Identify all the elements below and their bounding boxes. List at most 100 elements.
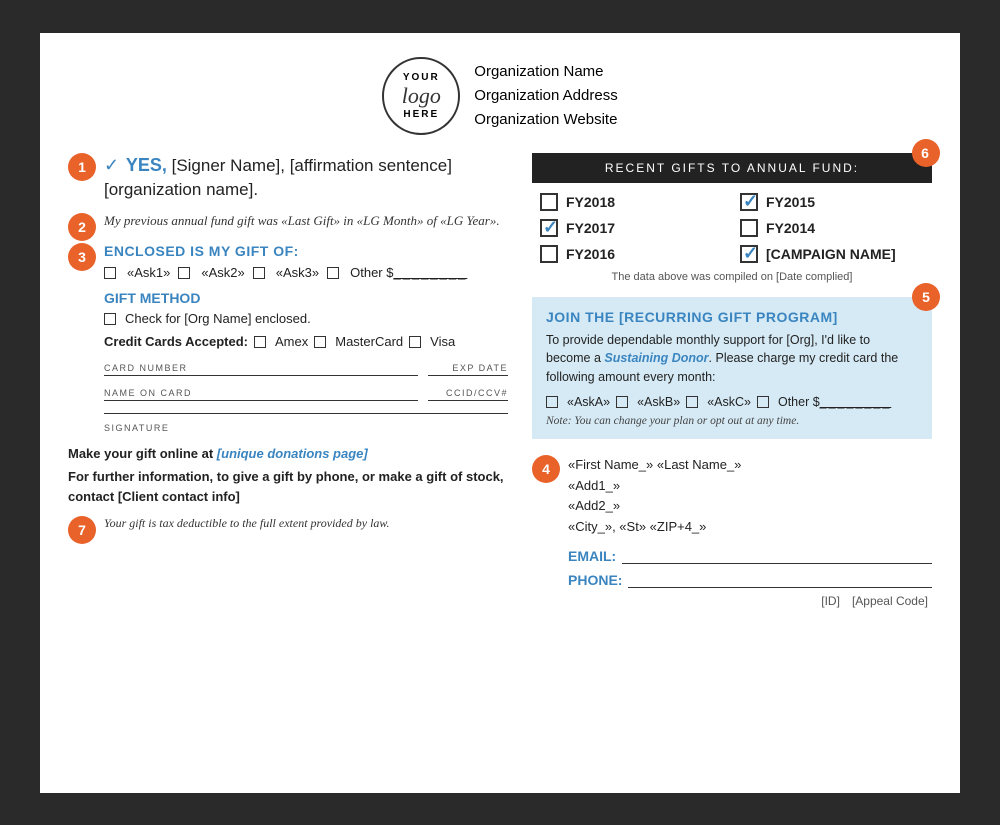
right-column: RECENT GIFTS TO ANNUAL FUND: 6 FY2018 FY…: [532, 153, 932, 608]
recurring-box: 5 JOIN THE [RECURRING GIFT PROGRAM] To p…: [532, 297, 932, 439]
fy2015-checkbox[interactable]: [740, 193, 758, 211]
section4-container: 4 «First Name_» «Last Name_» «Add1_» «Ad…: [532, 455, 932, 588]
gift-item-fy2018: FY2018: [540, 193, 724, 211]
check-checkbox[interactable]: [104, 313, 116, 325]
ask2-checkbox[interactable]: [178, 267, 190, 279]
card-number-row: CARD NUMBER EXP DATE: [104, 361, 508, 376]
name-on-card-row: NAME ON CARD CCID/CCV#: [104, 386, 508, 401]
badge-5: 5: [912, 283, 940, 311]
badge-4: 4: [532, 455, 560, 483]
fy2017-checkbox[interactable]: [540, 219, 558, 237]
gift-item-fy2015: FY2015: [740, 193, 924, 211]
signature-label: SIGNATURE: [104, 423, 169, 433]
askc-checkbox[interactable]: [686, 396, 698, 408]
section2-text: My previous annual fund gift was «Last G…: [104, 213, 508, 229]
visa-checkbox[interactable]: [409, 336, 421, 348]
ask1-checkbox[interactable]: [104, 267, 116, 279]
section7-text: Your gift is tax deductible to the full …: [104, 516, 508, 531]
card-number-label: CARD NUMBER: [104, 363, 418, 373]
section3: 3 ENCLOSED IS MY GIFT OF: «Ask1» «Ask2» …: [68, 243, 508, 436]
email-label: EMAIL:: [568, 548, 616, 564]
recurring-other-label: Other $________: [778, 395, 891, 409]
credit-cards-label: Credit Cards Accepted:: [104, 334, 248, 349]
yes-label: YES,: [126, 155, 167, 175]
mastercard-label: MasterCard: [335, 334, 403, 349]
logo-here: HERE: [403, 109, 439, 120]
card-number-field: CARD NUMBER: [104, 361, 418, 376]
badge-6: 6: [912, 139, 940, 167]
ask1-label: «Ask1»: [127, 265, 170, 280]
recurring-ask-options: «AskA» «AskB» «AskC» Other $________: [546, 395, 918, 409]
org-name: Organization Name: [474, 60, 617, 84]
ask3-checkbox[interactable]: [253, 267, 265, 279]
sustaining-link[interactable]: Sustaining Donor: [604, 351, 708, 365]
askb-checkbox[interactable]: [616, 396, 628, 408]
footer-id: [ID]: [821, 594, 840, 608]
other-checkbox[interactable]: [327, 267, 339, 279]
name-on-card-label: NAME ON CARD: [104, 388, 418, 398]
add2: «Add2_»: [568, 496, 932, 517]
recurring-note: Note: You can change your plan or opt ou…: [546, 415, 918, 427]
compiled-note: The data above was compiled on [Date com…: [532, 271, 932, 283]
recurring-body: To provide dependable monthly support fo…: [546, 331, 918, 387]
other-label: Other $________: [350, 265, 467, 280]
amex-label: Amex: [275, 334, 308, 349]
section3-title: ENCLOSED IS MY GIFT OF:: [104, 243, 508, 259]
gift-item-fy2016: FY2016: [540, 245, 724, 263]
phone-label: PHONE:: [568, 572, 622, 588]
city-st-zip: «City_», «St» «ZIP+4_»: [568, 517, 932, 538]
recent-gifts-title: RECENT GIFTS TO ANNUAL FUND:: [605, 161, 859, 175]
amex-checkbox[interactable]: [254, 336, 266, 348]
recurring-other-checkbox[interactable]: [757, 396, 769, 408]
ask2-label: «Ask2»: [201, 265, 244, 280]
badge-1: 1: [68, 153, 96, 181]
fy2015-label: FY2015: [766, 194, 815, 210]
exp-date-field: EXP DATE: [428, 361, 508, 376]
fy2016-label: FY2016: [566, 246, 615, 262]
badge-7: 7: [68, 516, 96, 544]
email-row: EMAIL:: [568, 546, 932, 564]
email-field[interactable]: [622, 546, 932, 564]
fy2018-checkbox[interactable]: [540, 193, 558, 211]
logo-circle: YOUR logo HERE: [382, 57, 460, 135]
signature-row: [104, 411, 508, 414]
recurring-title: JOIN THE [RECURRING GIFT PROGRAM]: [546, 309, 918, 325]
online-gift: Make your gift online at [unique donatio…: [68, 446, 508, 461]
recent-gifts-container: RECENT GIFTS TO ANNUAL FUND: 6: [532, 153, 932, 183]
askc-label: «AskC»: [707, 395, 751, 409]
gift-method-title: GIFT METHOD: [104, 290, 508, 306]
first-last: «First Name_» «Last Name_»: [568, 455, 932, 476]
askb-label: «AskB»: [637, 395, 680, 409]
check-label: Check for [Org Name] enclosed.: [125, 311, 311, 326]
ask3-label: «Ask3»: [276, 265, 319, 280]
ask-options: «Ask1» «Ask2» «Ask3» Other $________: [104, 265, 508, 280]
campaign-checkbox[interactable]: [740, 245, 758, 263]
gift-item-fy2014: FY2014: [740, 219, 924, 237]
fy2017-label: FY2017: [566, 220, 615, 236]
fy2014-label: FY2014: [766, 220, 815, 236]
gifts-grid: FY2018 FY2015 FY2017 FY2014: [532, 193, 932, 263]
exp-date-label: EXP DATE: [428, 363, 508, 373]
footer: [ID] [Appeal Code]: [532, 594, 932, 608]
credit-cards-line: Credit Cards Accepted: Amex MasterCard V…: [104, 334, 508, 349]
mastercard-checkbox[interactable]: [314, 336, 326, 348]
fy2014-checkbox[interactable]: [740, 219, 758, 237]
section2: 2 My previous annual fund gift was «Last…: [68, 213, 508, 229]
logo-logo: logo: [402, 83, 441, 109]
section1-text: ✓ YES, [Signer Name], [affirmation sente…: [104, 153, 508, 202]
badge-3: 3: [68, 243, 96, 271]
header: YOUR logo HERE Organization Name Organiz…: [68, 57, 932, 135]
org-address: Organization Address: [474, 84, 617, 108]
add1: «Add1_»: [568, 476, 932, 497]
footer-appeal-code: [Appeal Code]: [852, 594, 928, 608]
logo-your: YOUR: [403, 72, 440, 83]
online-gift-link[interactable]: [unique donations page]: [217, 446, 368, 461]
fy2016-checkbox[interactable]: [540, 245, 558, 263]
campaign-label: [CAMPAIGN NAME]: [766, 246, 896, 262]
check-enclosed-line: Check for [Org Name] enclosed.: [104, 311, 508, 326]
aska-label: «AskA»: [567, 395, 610, 409]
main-card: YOUR logo HERE Organization Name Organiz…: [40, 33, 960, 793]
phone-field[interactable]: [628, 570, 932, 588]
aska-checkbox[interactable]: [546, 396, 558, 408]
ccid-label: CCID/CCV#: [428, 388, 508, 398]
